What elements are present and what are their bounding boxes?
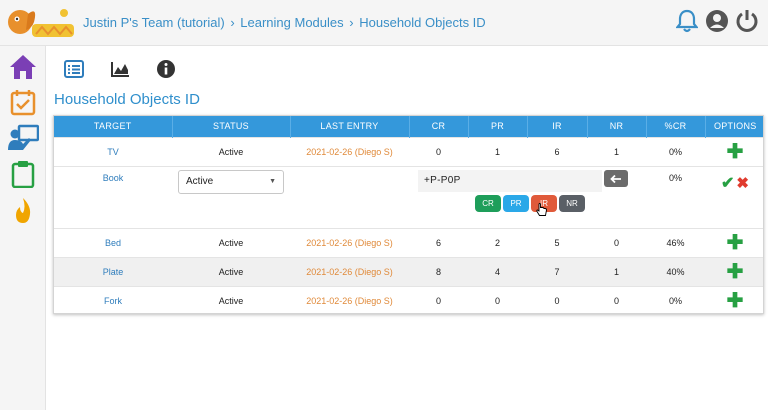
pr-cell: 4 — [468, 256, 527, 286]
status-cell: Active — [172, 256, 290, 286]
pr-cell: 0 — [468, 285, 527, 313]
cr-cell: 8 — [409, 256, 468, 286]
last-entry-cell — [290, 165, 409, 228]
last-entry-cell: 2021-02-26 (Diego S) — [290, 256, 409, 286]
options-cell: ✚ — [705, 227, 763, 257]
status-select[interactable]: Active ▼ — [178, 170, 284, 194]
table-row: Bed Active 2021-02-26 (Diego S) 6 2 5 0 … — [54, 227, 763, 257]
status-cell: Active — [172, 227, 290, 257]
last-entry-cell: 2021-02-26 (Diego S) — [290, 285, 409, 313]
options-cell: ✚ — [705, 136, 763, 166]
column-header-target[interactable]: TARGET — [54, 116, 173, 137]
pct-cr-cell: 40% — [646, 256, 705, 286]
nr-cell: 0 — [587, 285, 646, 313]
ir-cell: 5 — [527, 227, 587, 257]
ir-cell: 7 — [527, 256, 587, 286]
nr-cell: 1 — [587, 256, 646, 286]
pct-cr-cell: 0% — [646, 136, 705, 166]
app-logo[interactable] — [4, 4, 76, 40]
target-cell[interactable]: Plate — [54, 256, 172, 286]
cr-cell: 0 — [409, 136, 468, 166]
chevron-down-icon: ▼ — [269, 178, 276, 185]
bell-icon[interactable] — [674, 6, 700, 36]
info-icon[interactable] — [154, 58, 178, 80]
column-header-cr[interactable]: CR — [409, 116, 469, 137]
options-cell: ✔ ✖ — [705, 165, 763, 228]
fire-icon[interactable] — [7, 195, 39, 227]
last-entry-cell: 2021-02-26 (Diego S) — [290, 227, 409, 257]
column-header-ir[interactable]: IR — [527, 116, 588, 137]
target-cell[interactable]: Fork — [54, 285, 172, 313]
add-entry-icon[interactable]: ✚ — [727, 141, 744, 163]
last-entry-cell: 2021-02-26 (Diego S) — [290, 136, 409, 166]
table-row: TV Active 2021-02-26 (Diego S) 0 1 6 1 0… — [54, 136, 763, 166]
home-icon[interactable] — [7, 51, 39, 83]
add-entry-icon[interactable]: ✚ — [727, 290, 744, 312]
status-cell: Active — [172, 136, 290, 166]
column-header-pct-cr[interactable]: %CR — [646, 116, 706, 137]
nr-cell: 1 — [587, 136, 646, 166]
breadcrumb-team[interactable]: Justin P's Team (tutorial) — [83, 15, 225, 30]
table-row: Fork Active 2021-02-26 (Diego S) 0 0 0 0… — [54, 285, 763, 313]
table-row-editing: Book 0% ✔ ✖ — [54, 165, 763, 228]
page-title: Household Objects ID — [54, 91, 200, 108]
target-cell[interactable]: TV — [54, 136, 172, 166]
entry-input[interactable]: +P-P0P — [418, 170, 602, 192]
pct-cr-cell: 0% — [646, 285, 705, 313]
power-icon[interactable] — [734, 6, 760, 36]
ir-cell: 6 — [527, 136, 587, 166]
backspace-button[interactable] — [604, 170, 628, 187]
status-cell: Active — [172, 285, 290, 313]
chart-icon[interactable] — [108, 58, 132, 80]
targets-table: TARGET STATUS LAST ENTRY CR PR IR NR %CR… — [53, 115, 764, 314]
options-cell: ✚ — [705, 256, 763, 286]
table-row: Plate Active 2021-02-26 (Diego S) 8 4 7 … — [54, 256, 763, 286]
nr-button[interactable]: NR — [559, 195, 585, 212]
column-header-status[interactable]: STATUS — [172, 116, 291, 137]
top-bar: Justin P's Team (tutorial) › Learning Mo… — [0, 0, 768, 46]
column-header-options: OPTIONS — [705, 116, 763, 137]
add-entry-icon[interactable]: ✚ — [727, 261, 744, 283]
status-select-value: Active — [186, 176, 214, 187]
pr-cell: 1 — [468, 136, 527, 166]
sidebar — [0, 46, 46, 410]
cr-cell: 0 — [409, 285, 468, 313]
target-cell[interactable]: Bed — [54, 227, 172, 257]
breadcrumb-learning-modules[interactable]: Learning Modules — [240, 15, 343, 30]
pct-cr-cell: 46% — [646, 227, 705, 257]
breadcrumb-current: Household Objects ID — [359, 15, 486, 30]
cr-cell: 6 — [409, 227, 468, 257]
arrow-left-icon — [610, 174, 621, 183]
column-header-pr[interactable]: PR — [468, 116, 528, 137]
user-icon[interactable] — [704, 6, 730, 36]
breadcrumb-separator: › — [349, 15, 354, 30]
close-icon[interactable]: ✖ — [736, 175, 749, 192]
clipboard-icon[interactable] — [7, 158, 39, 190]
ir-cell: 0 — [527, 285, 587, 313]
options-cell: ✚ — [705, 285, 763, 313]
table-header-row: TARGET STATUS LAST ENTRY CR PR IR NR %CR… — [54, 116, 763, 137]
view-toolbar — [62, 58, 178, 80]
teacher-icon[interactable] — [7, 122, 39, 154]
check-icon[interactable]: ✔ — [721, 175, 734, 192]
column-header-nr[interactable]: NR — [587, 116, 647, 137]
pr-button[interactable]: PR — [503, 195, 529, 212]
prompt-buttons: CR PR IR NR — [475, 195, 585, 212]
hand-cursor-icon — [536, 203, 548, 222]
cr-button[interactable]: CR — [475, 195, 501, 212]
breadcrumb-separator: › — [230, 15, 235, 30]
list-icon[interactable] — [62, 58, 86, 80]
add-entry-icon[interactable]: ✚ — [727, 232, 744, 254]
column-header-last-entry[interactable]: LAST ENTRY — [290, 116, 410, 137]
calendar-check-icon[interactable] — [7, 86, 39, 118]
pct-cr-cell: 0% — [646, 165, 705, 228]
target-cell[interactable]: Book — [54, 165, 172, 228]
breadcrumb: Justin P's Team (tutorial) › Learning Mo… — [83, 15, 486, 30]
pr-cell: 2 — [468, 227, 527, 257]
nr-cell: 0 — [587, 227, 646, 257]
